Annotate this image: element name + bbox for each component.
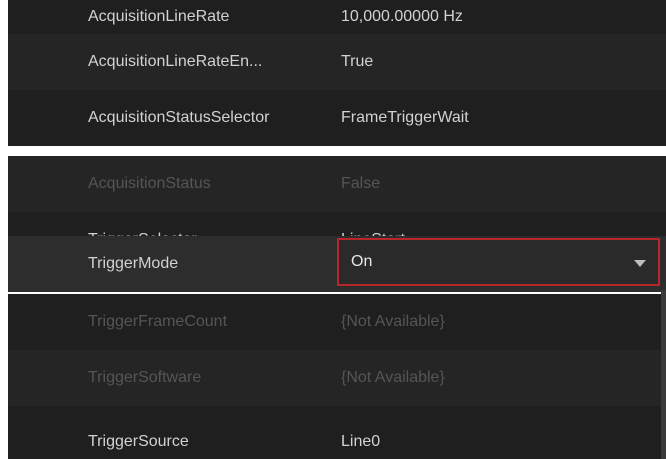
property-row-acquisition-line-rate-enable[interactable]: AcquisitionLineRateEn... True bbox=[8, 34, 666, 90]
property-name: AcquisitionLineRate bbox=[88, 8, 230, 25]
vertical-scrollbar[interactable] bbox=[661, 290, 666, 459]
property-name: AcquisitionStatusSelector bbox=[88, 109, 270, 126]
property-value[interactable]: Line0 bbox=[341, 406, 661, 459]
property-grid: AcquisitionLineRate 10,000.00000 Hz Acqu… bbox=[8, 0, 666, 459]
property-row-trigger-frame-count: TriggerFrameCount {Not Available} bbox=[8, 294, 666, 350]
property-row-trigger-mode[interactable]: TriggerMode On bbox=[8, 236, 666, 292]
property-name: TriggerSource bbox=[88, 433, 189, 450]
property-value: False bbox=[341, 175, 381, 192]
property-row-trigger-software: TriggerSoftware {Not Available} bbox=[8, 350, 666, 406]
property-name: AcquisitionLineRateEn... bbox=[88, 53, 263, 70]
property-value: {Not Available} bbox=[341, 369, 445, 386]
property-value[interactable]: FrameTriggerWait bbox=[341, 90, 661, 146]
property-name: TriggerMode bbox=[88, 255, 179, 272]
chevron-down-icon[interactable] bbox=[634, 260, 646, 267]
trigger-mode-dropdown[interactable]: On bbox=[337, 238, 660, 286]
property-name: TriggerSoftware bbox=[88, 369, 202, 386]
property-row-acquisition-line-rate[interactable]: AcquisitionLineRate 10,000.00000 Hz bbox=[8, 0, 666, 34]
property-row-acquisition-status: AcquisitionStatus False bbox=[8, 156, 666, 212]
property-value[interactable]: True bbox=[341, 34, 661, 90]
property-name: AcquisitionStatus bbox=[88, 175, 211, 192]
property-row-acquisition-status-selector[interactable]: AcquisitionStatusSelector FrameTriggerWa… bbox=[8, 90, 666, 146]
property-value: {Not Available} bbox=[341, 313, 445, 330]
property-name: TriggerFrameCount bbox=[88, 313, 228, 330]
property-value[interactable]: 10,000.00000 Hz bbox=[341, 0, 661, 34]
dropdown-selected-value: On bbox=[351, 253, 373, 270]
property-row-trigger-source[interactable]: TriggerSource Line0 bbox=[8, 406, 666, 459]
